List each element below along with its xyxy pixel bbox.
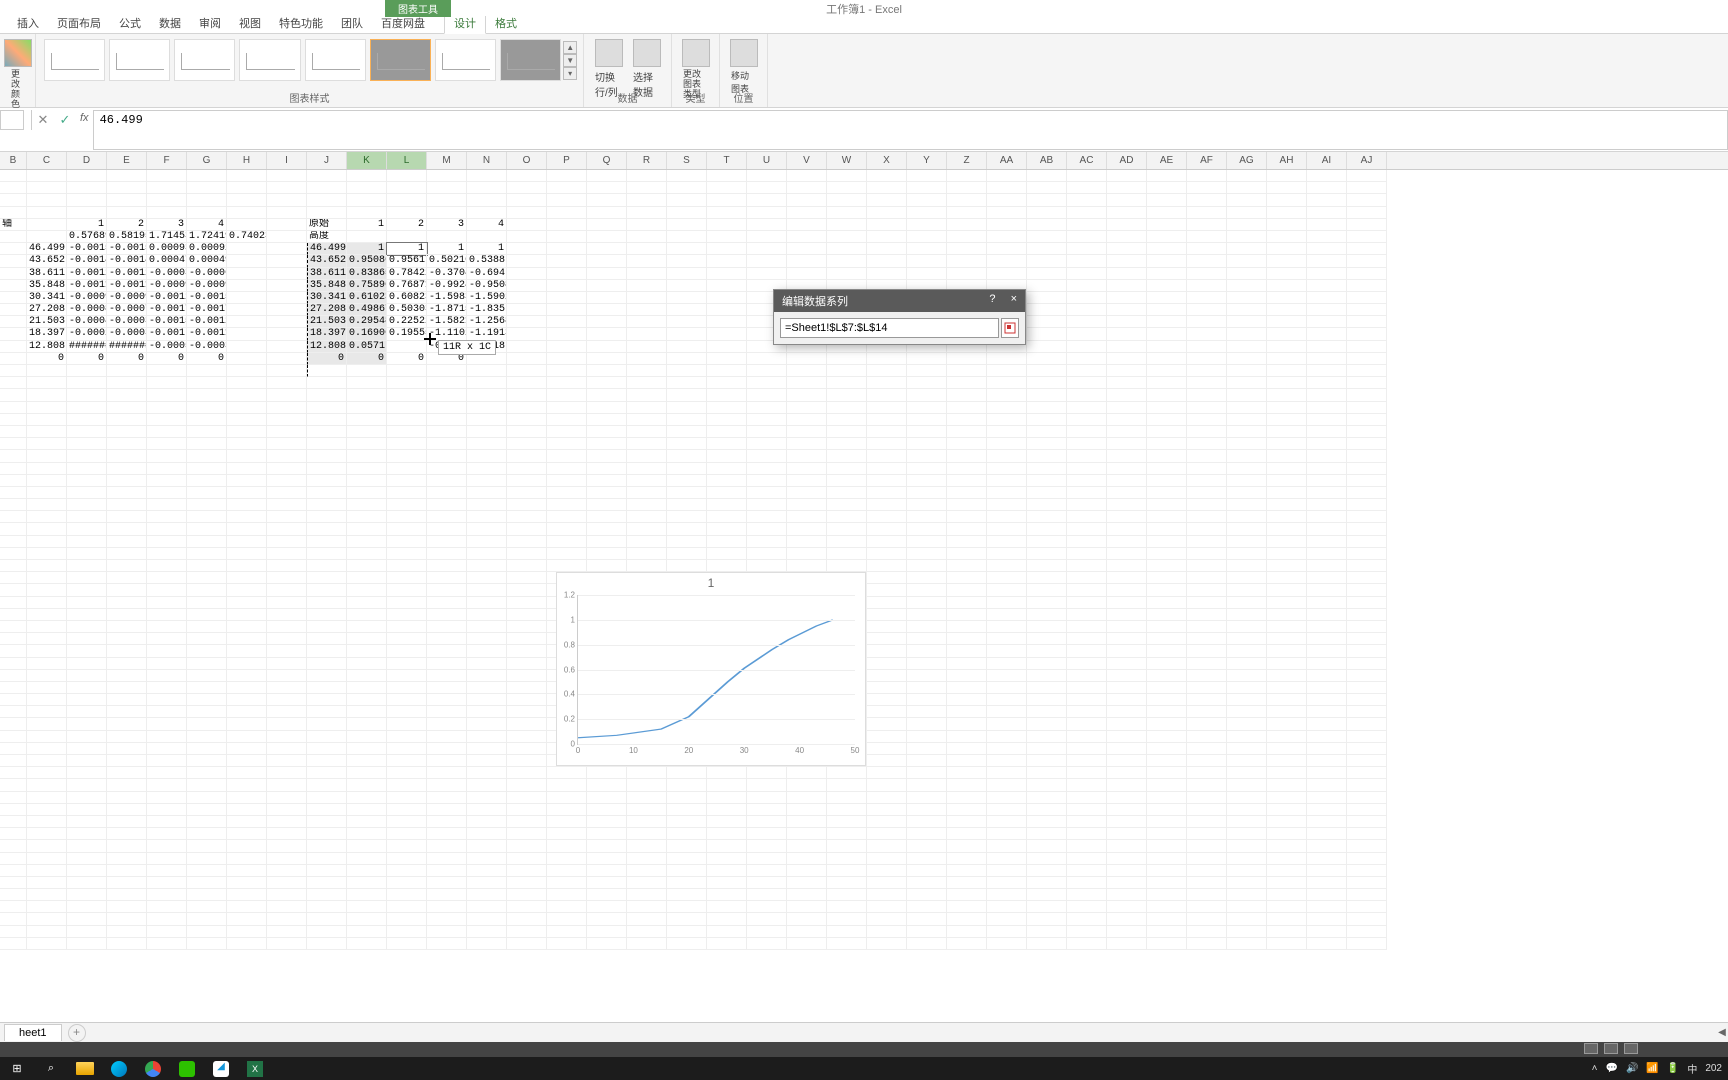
location-group-label: 位置 [720, 90, 767, 105]
change-colors-button[interactable]: 更改 颜色 [6, 37, 29, 111]
app-icon[interactable]: ◢ [204, 1057, 238, 1080]
tray-chat-icon[interactable]: 💬 [1606, 1063, 1618, 1074]
cancel-formula-icon[interactable]: ✕ [32, 110, 54, 130]
search-icon[interactable]: ⌕ [34, 1057, 68, 1080]
chart-style-7[interactable] [435, 39, 496, 81]
tab-page-layout[interactable]: 页面布局 [48, 13, 110, 33]
hscroll-arrow-icon[interactable]: ◀ [1716, 1027, 1728, 1038]
tab-team[interactable]: 团队 [332, 13, 372, 33]
chart-style-3[interactable] [174, 39, 235, 81]
taskbar: ⊞ ⌕ ◢ X ˄ 💬 🔊 📶 🔋 中 202 [0, 1057, 1728, 1080]
formula-input[interactable]: 46.499 [93, 110, 1728, 150]
tab-formulas[interactable]: 公式 [110, 13, 150, 33]
change-colors-label: 更改 颜色 [11, 69, 24, 109]
tray-clock[interactable]: 202 [1705, 1063, 1722, 1074]
file-explorer-icon[interactable] [68, 1057, 102, 1080]
formula-bar: ✕ ✓ fx 46.499 [0, 108, 1728, 152]
tray-chevron-icon[interactable]: ˄ [1592, 1063, 1598, 1074]
dialog-titlebar[interactable]: 编辑数据系列 ? × [774, 290, 1025, 312]
data-group-label: 数据 [584, 90, 671, 105]
ribbon-tabs: 插入 页面布局 公式 数据 审阅 视图 特色功能 团队 百度网盘 设计 格式 [0, 16, 1728, 34]
tab-insert[interactable]: 插入 [8, 13, 48, 33]
tab-data[interactable]: 数据 [150, 13, 190, 33]
ime-indicator[interactable]: 中 [1687, 1061, 1697, 1076]
tray-wifi-icon[interactable]: 📶 [1646, 1063, 1658, 1074]
tab-special[interactable]: 特色功能 [270, 13, 332, 33]
chrome-icon[interactable] [136, 1057, 170, 1080]
type-group-label: 类型 [672, 90, 719, 105]
accept-formula-icon[interactable]: ✓ [54, 110, 76, 130]
embedded-chart[interactable]: 1 00.20.40.60.811.201020304050 [556, 572, 866, 766]
chart-style-8[interactable] [500, 39, 561, 81]
chart-style-6[interactable] [370, 39, 431, 81]
styles-group-label: 图表样式 [36, 90, 583, 105]
tray-battery-icon[interactable]: 🔋 [1667, 1063, 1679, 1074]
move-chart-button[interactable]: 移动图表 [726, 37, 761, 97]
tab-format[interactable]: 格式 [486, 13, 526, 33]
titlebar: 图表工具 工作簿1 - Excel [0, 0, 1728, 16]
dialog-help-button[interactable]: ? [989, 293, 995, 305]
wechat-icon[interactable] [170, 1057, 204, 1080]
sheet-tab-1[interactable]: heet1 [4, 1024, 62, 1041]
chart-plot-area: 00.20.40.60.811.201020304050 [577, 595, 855, 745]
edit-series-dialog[interactable]: 编辑数据系列 ? × [773, 289, 1026, 345]
chart-style-4[interactable] [239, 39, 300, 81]
ribbon: 更改 颜色 ▲▼▾ 图表样式 切换行/列 选择数据 数据 更改 图表类型 类型 … [0, 34, 1728, 108]
name-box[interactable] [0, 110, 24, 130]
start-button[interactable]: ⊞ [0, 1057, 34, 1080]
tab-view[interactable]: 视图 [230, 13, 270, 33]
tab-review[interactable]: 审阅 [190, 13, 230, 33]
fx-icon[interactable]: fx [76, 110, 93, 126]
selection-size-tooltip: 11R x 1C [438, 340, 496, 355]
chart-style-5[interactable] [305, 39, 366, 81]
chart-tools-contextual: 图表工具 [385, 0, 451, 16]
status-bar [0, 1042, 1728, 1057]
view-buttons[interactable] [1584, 1043, 1638, 1054]
chart-style-2[interactable] [109, 39, 170, 81]
dialog-close-button[interactable]: × [1011, 293, 1017, 305]
chart-tools-label: 图表工具 [385, 0, 451, 17]
styles-scroll[interactable]: ▲▼▾ [563, 37, 577, 83]
add-sheet-button[interactable]: + [68, 1024, 86, 1042]
tray-sound-icon[interactable]: 🔊 [1626, 1063, 1638, 1074]
series-range-input[interactable] [780, 318, 999, 338]
range-picker-button[interactable] [1001, 318, 1019, 338]
excel-taskbar-icon[interactable]: X [238, 1057, 272, 1080]
app-title: 工作簿1 - Excel [826, 0, 902, 17]
column-headers[interactable]: BCDEFGHIJKLMNOPQRSTUVWXYZAAABACADAEAFAGA… [0, 152, 1728, 170]
system-tray[interactable]: ˄ 💬 🔊 📶 🔋 中 202 [1592, 1061, 1728, 1076]
edge-icon[interactable] [102, 1057, 136, 1080]
chart-style-1[interactable] [44, 39, 105, 81]
chart-title: 1 [557, 573, 865, 590]
dialog-title-text: 编辑数据系列 [782, 293, 848, 309]
sheet-tabs-bar: heet1 + ◀ [0, 1022, 1728, 1042]
